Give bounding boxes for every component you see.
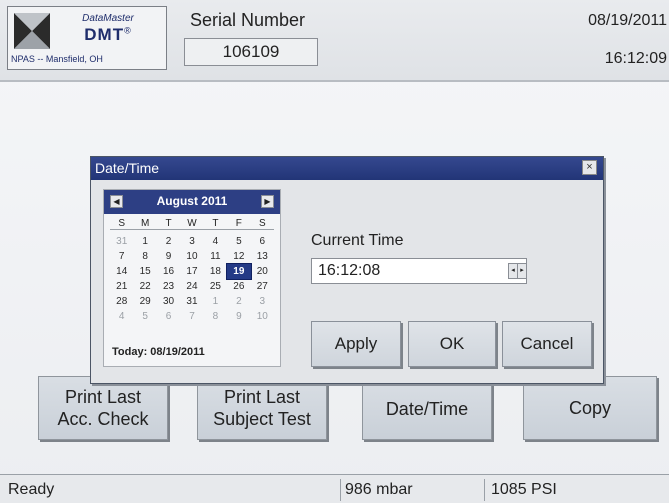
logo-mark-icon [14,13,50,49]
calendar-day[interactable]: 10 [251,309,274,324]
header: DataMaster DMT® NPAS -- Mansfield, OH Se… [0,0,669,82]
serial-number-value: 106109 [184,38,318,66]
calendar-day[interactable]: 24 [180,279,203,294]
dialog-title: Date/Time [95,160,160,176]
calendar-day[interactable]: 17 [180,264,203,279]
calendar-day-grid: 31 1 2 3 4 5 6 7 8 9 10 11 12 13 14 15 16 17 18 19 20 21 22 23 2… [110,234,274,324]
cancel-button[interactable]: Cancel [502,321,592,367]
calendar-day[interactable]: 21 [110,279,133,294]
date-time-button-label: Date/Time [385,399,469,419]
calendar-day[interactable]: 31 [180,294,203,309]
print-last-subject-test-line2: Subject Test [213,409,311,429]
status-bar: Ready 986 mbar 1085 PSI [0,474,669,503]
weekday-label: M [140,218,150,229]
print-last-acc-check-label: Print Last Acc. Check [57,386,148,430]
logo-product: DMT® [58,25,158,45]
calendar-day[interactable]: 27 [251,279,274,294]
print-last-subject-test-label: Print Last Subject Test [213,386,311,430]
calendar-day[interactable]: 1 [204,294,227,309]
print-last-subject-test-button[interactable]: Print Last Subject Test [197,376,327,440]
weekday-label: W [187,218,197,229]
screen: DataMaster DMT® NPAS -- Mansfield, OH Se… [0,0,669,503]
calendar-day[interactable]: 22 [133,279,156,294]
calendar-day[interactable]: 4 [204,234,227,249]
calendar-day[interactable]: 12 [227,249,250,264]
copy-button-label: Copy [568,398,612,418]
print-last-acc-check-line2: Acc. Check [57,409,149,429]
calendar-day[interactable]: 9 [227,309,250,324]
weekday-label: S [118,218,126,229]
calendar-day[interactable]: 8 [204,309,227,324]
calendar-day[interactable]: 31 [110,234,133,249]
cancel-button-label: Cancel [520,334,574,353]
calendar-day[interactable]: 2 [227,294,250,309]
month-calendar: ◀ August 2011 ▶ SMTWTFS 31 1 2 3 4 5 6 7 8 9 10 11 1… [103,189,281,367]
status-psi: 1085 PSI [484,479,557,501]
calendar-today-link[interactable]: Today: 08/19/2011 [112,346,205,358]
calendar-day[interactable]: 6 [251,234,274,249]
close-icon[interactable]: × [582,160,597,175]
calendar-header: ◀ August 2011 ▶ [104,190,280,214]
weekday-label: S [258,218,266,229]
print-last-acc-check-line1: Print Last [64,387,142,407]
ok-button-label: OK [439,334,465,353]
calendar-day[interactable]: 8 [133,249,156,264]
calendar-day[interactable]: 3 [251,294,274,309]
calendar-day[interactable]: 28 [110,294,133,309]
date-time-dialog: Date/Time × ◀ August 2011 ▶ SMTWTFS 31 1 2… [90,156,604,384]
next-month-icon[interactable]: ▶ [261,195,274,208]
calendar-day[interactable]: 2 [157,234,180,249]
calendar-day[interactable]: 9 [157,249,180,264]
calendar-day[interactable]: 15 [133,264,156,279]
apply-button[interactable]: Apply [311,321,401,367]
calendar-day[interactable]: 16 [157,264,180,279]
print-last-subject-test-line1: Print Last [223,387,301,407]
current-time-input[interactable] [316,261,480,281]
calendar-day[interactable]: 25 [204,279,227,294]
serial-number-label: Serial Number [190,10,306,30]
weekday-label: T [212,218,219,229]
calendar-day[interactable]: 6 [157,309,180,324]
spin-up-icon[interactable]: ▸ [517,263,527,279]
status-pressure: 986 mbar [340,479,413,501]
calendar-day[interactable]: 10 [180,249,203,264]
calendar-day[interactable]: 5 [133,309,156,324]
calendar-day[interactable]: 11 [204,249,227,264]
logo-location: NPAS -- Mansfield, OH [11,54,103,64]
calendar-day[interactable]: 7 [180,309,203,324]
ok-button[interactable]: OK [408,321,496,367]
logo-brand: DataMaster [82,13,134,24]
calendar-day[interactable]: 26 [227,279,250,294]
calendar-day[interactable]: 14 [110,264,133,279]
dialog-titlebar[interactable]: Date/Time × [91,157,603,180]
calendar-day[interactable]: 30 [157,294,180,309]
app-logo: DataMaster DMT® NPAS -- Mansfield, OH [7,6,167,70]
time-readout: 16:12:09 [604,50,667,67]
weekday-label: F [235,218,242,229]
calendar-day-selected[interactable]: 19 [226,263,252,280]
current-time-label: Current Time [311,232,404,249]
calendar-day[interactable]: 3 [180,234,203,249]
current-time-field: ◂ ▸ [311,258,527,284]
weekday-label: T [165,218,172,229]
date-time-button[interactable]: Date/Time [362,378,492,440]
calendar-month-label: August 2011 [156,194,228,208]
logo-product-name: DMT [84,25,125,44]
calendar-day[interactable]: 5 [227,234,250,249]
calendar-day[interactable]: 1 [133,234,156,249]
registered-mark: ® [124,25,132,36]
calendar-day[interactable]: 4 [110,309,133,324]
calendar-day[interactable]: 18 [204,264,227,279]
calendar-day[interactable]: 20 [251,264,274,279]
calendar-day[interactable]: 23 [157,279,180,294]
calendar-weekday-row: SMTWTFS [110,218,274,230]
print-last-acc-check-button[interactable]: Print Last Acc. Check [38,376,168,440]
copy-button[interactable]: Copy [523,376,657,440]
apply-button-label: Apply [334,334,378,353]
status-state: Ready [8,481,55,498]
date-readout: 08/19/2011 [588,12,667,29]
calendar-day[interactable]: 7 [110,249,133,264]
calendar-day[interactable]: 13 [251,249,274,264]
calendar-day[interactable]: 29 [133,294,156,309]
